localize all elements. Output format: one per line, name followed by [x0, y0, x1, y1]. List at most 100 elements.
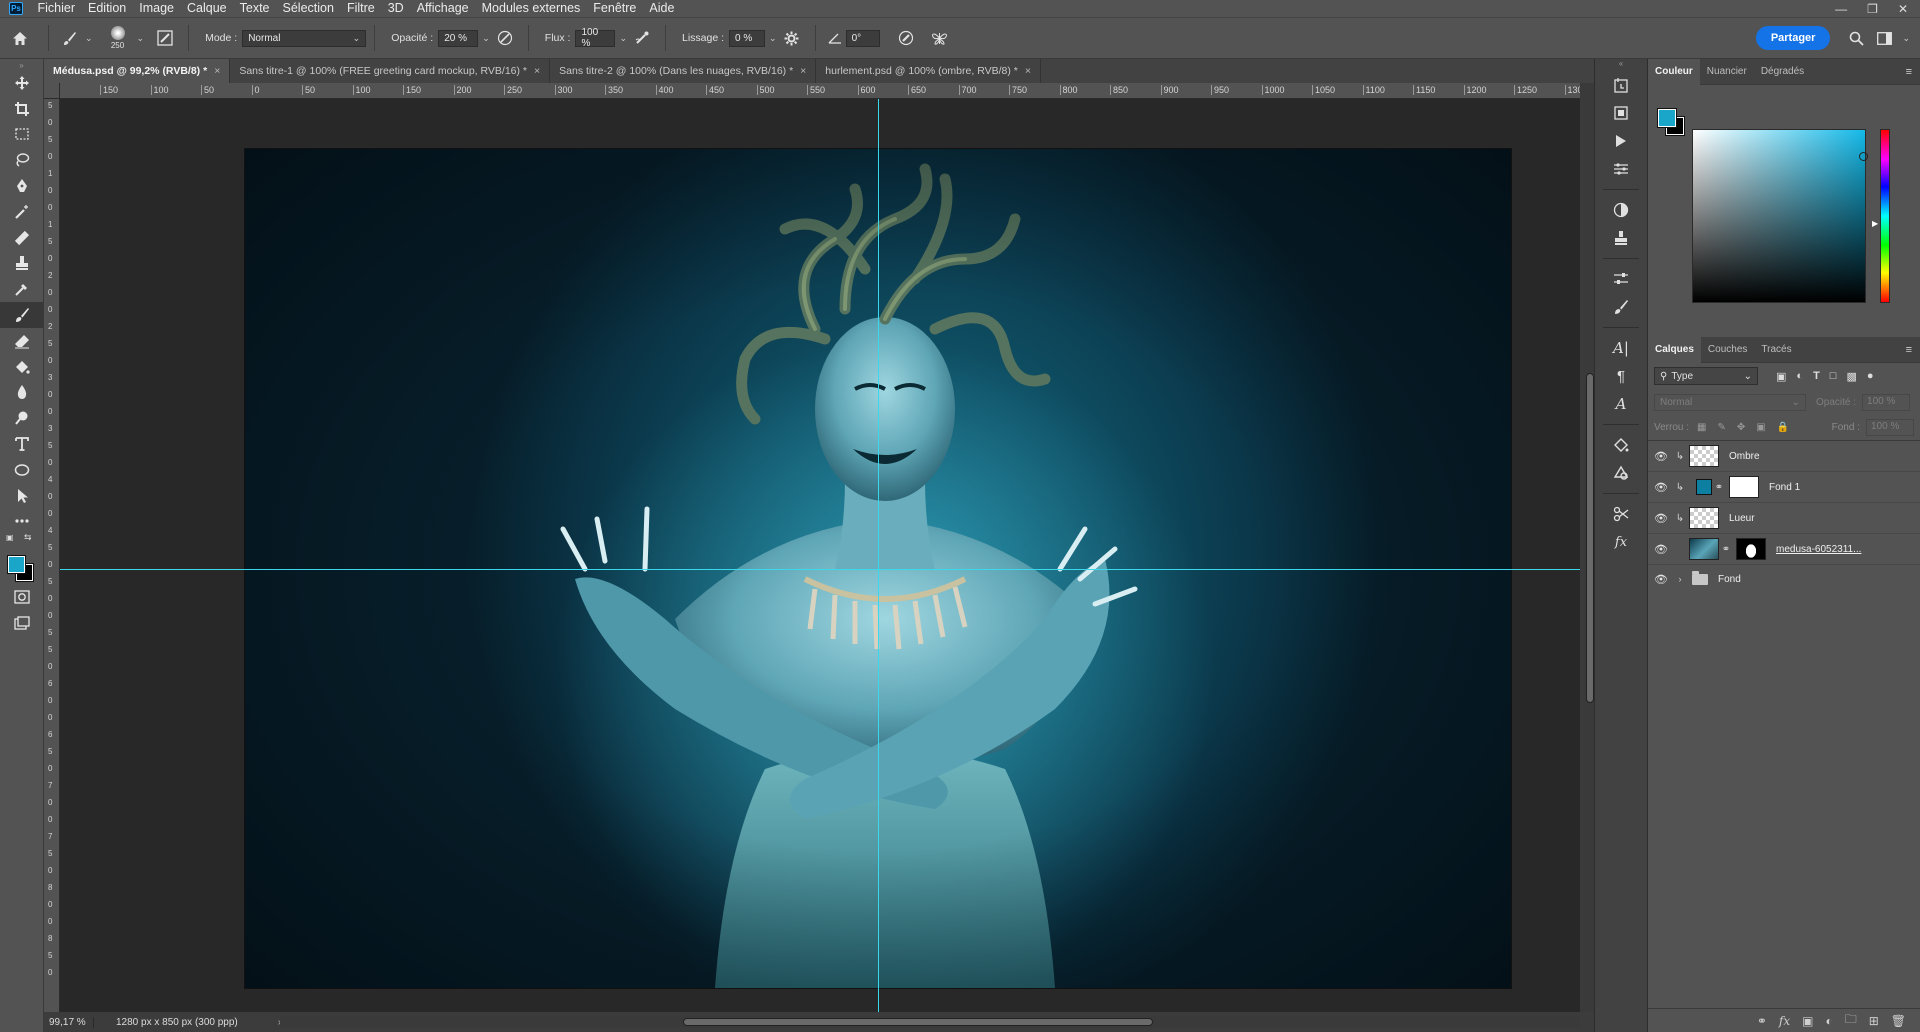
brush-settings-panel-icon[interactable] — [1595, 265, 1647, 293]
pressure-size-icon[interactable] — [886, 30, 926, 46]
tools-scissors-icon[interactable] — [1595, 500, 1647, 528]
workspace-layout-icon[interactable] — [1870, 31, 1898, 45]
tab-calques[interactable]: Calques — [1648, 336, 1701, 363]
horizontal-guide[interactable] — [60, 569, 1580, 570]
layer-row-ombre[interactable]: 👁 ↳ Ombre — [1648, 441, 1920, 472]
glyphs-panel-icon[interactable]: A — [1595, 390, 1647, 418]
scroll-thumb[interactable] — [683, 1018, 1153, 1026]
panel-collapse-icon[interactable]: » — [0, 61, 43, 70]
smoothing-options-gear-icon[interactable] — [777, 31, 807, 46]
paint-bucket-tool-icon[interactable] — [0, 354, 43, 380]
menu-filtre[interactable]: Filtre — [340, 0, 381, 17]
marquee-tool-icon[interactable] — [0, 122, 43, 148]
filter-pixel-icon[interactable]: ▣ — [1776, 370, 1786, 383]
tab-couleur[interactable]: Couleur — [1648, 58, 1700, 85]
workspace-chevron-down-icon[interactable]: ⌄ — [1902, 33, 1910, 44]
symmetry-butterfly-icon[interactable] — [926, 31, 954, 46]
vertical-ruler[interactable]: 5 0 5 0 1 0 0 1 5 0 2 0 0 2 5 0 3 0 0 3 5 0 4 0 0 4 5 0 5 0 0 5 5 0 6 0 0 6 5 0… — [44, 99, 60, 1012]
more-tools-icon[interactable] — [0, 509, 43, 535]
menu-modules-externes[interactable]: Modules externes — [475, 0, 587, 17]
tab-hurlement[interactable]: hurlement.psd @ 100% (ombre, RVB/8) * × — [816, 59, 1041, 83]
restore-icon[interactable]: ❐ — [1867, 2, 1878, 16]
tab-sans-titre-1[interactable]: Sans titre-1 @ 100% (FREE greeting card … — [230, 59, 551, 83]
paint-bucket-panel-icon[interactable] — [1595, 431, 1647, 459]
menu-texte[interactable]: Texte — [233, 0, 276, 17]
path-selection-tool-icon[interactable] — [0, 483, 43, 509]
foreground-color-swatch[interactable] — [7, 555, 26, 575]
lock-position-icon[interactable]: ✥ — [1737, 422, 1745, 433]
brush-tool-icon[interactable] — [57, 31, 81, 46]
libraries-panel-icon[interactable] — [1595, 99, 1647, 127]
tool-preset-chevron-down-icon[interactable]: ⌄ — [85, 33, 93, 44]
brush-preset-chevron-down-icon[interactable]: ⌄ — [137, 33, 145, 44]
hue-slider-arrow-icon[interactable]: ▶ — [1872, 219, 1878, 228]
visibility-eye-icon[interactable]: 👁 — [1648, 573, 1674, 586]
layer-filter-select[interactable]: ⚲ Type ⌄ — [1654, 367, 1758, 385]
fill-input[interactable]: 100 % — [1866, 419, 1914, 436]
zoom-level[interactable]: 99,17 % — [44, 1016, 94, 1028]
tab-couches[interactable]: Couches — [1701, 337, 1754, 363]
canvas-area[interactable] — [60, 99, 1580, 1012]
clone-source-panel-icon[interactable] — [1595, 224, 1647, 252]
link-layers-icon[interactable]: ⚭ — [1757, 1014, 1767, 1028]
lock-transparency-icon[interactable]: ▦ — [1697, 422, 1706, 433]
layer-name[interactable]: Fond 1 — [1769, 482, 1800, 493]
menu-image[interactable]: Image — [133, 0, 181, 17]
move-tool-icon[interactable] — [0, 70, 43, 96]
filter-toggle-icon[interactable]: ● — [1867, 370, 1874, 383]
menu-fenetre[interactable]: Fenêtre — [587, 0, 643, 17]
paragraph-panel-icon[interactable]: ¶ — [1595, 362, 1647, 390]
type-tool-icon[interactable] — [0, 431, 43, 457]
menu-3d[interactable]: 3D — [381, 0, 410, 17]
flow-input[interactable]: 100 % — [575, 27, 616, 49]
lock-pixels-brush-icon[interactable]: ✎ — [1717, 422, 1725, 433]
close-tab-icon[interactable]: × — [800, 65, 806, 77]
layer-style-fx-icon[interactable]: fx — [1779, 1014, 1790, 1028]
ruler-tool-icon[interactable] — [0, 225, 43, 251]
minimize-icon[interactable]: — — [1835, 2, 1847, 16]
home-icon[interactable] — [0, 31, 40, 46]
close-icon[interactable]: ✕ — [1898, 2, 1908, 16]
foreground-color-swatch[interactable] — [1657, 108, 1677, 128]
filter-smart-object-icon[interactable]: ▩ — [1846, 370, 1856, 383]
layer-name[interactable]: Fond — [1718, 574, 1741, 585]
screen-mode-icon[interactable] — [0, 610, 43, 636]
expand-group-chevron-icon[interactable]: › — [1674, 574, 1686, 584]
history-panel-icon[interactable] — [1595, 71, 1647, 99]
new-group-folder-icon[interactable]: 🗀 — [1845, 1010, 1857, 1031]
tab-degrades[interactable]: Dégradés — [1754, 59, 1811, 85]
crop-tool-icon[interactable] — [0, 96, 43, 122]
layer-name[interactable]: Ombre — [1729, 451, 1760, 462]
layer-row-lueur[interactable]: 👁 ↳ Lueur — [1648, 503, 1920, 534]
blend-mode-select[interactable]: Normal ⌄ — [1654, 393, 1806, 411]
tab-sans-titre-2[interactable]: Sans titre-2 @ 100% (Dans les nuages, RV… — [550, 59, 817, 83]
close-tab-icon[interactable]: × — [1025, 65, 1031, 77]
flow-chevron-down-icon[interactable]: ⌄ — [619, 33, 627, 44]
menu-edition[interactable]: Edition — [82, 0, 133, 17]
airbrush-icon[interactable] — [627, 30, 657, 46]
menu-fichier[interactable]: Fichier — [31, 0, 82, 17]
visibility-eye-icon[interactable]: 👁 — [1648, 450, 1674, 463]
opacity-input[interactable]: 20 % — [438, 29, 479, 47]
brush-settings-panel-icon[interactable] — [150, 30, 180, 46]
shapes-panel-icon[interactable] — [1595, 459, 1647, 487]
layer-row-fond-1[interactable]: 👁 ↳ ⚭ Fond 1 — [1648, 472, 1920, 503]
dodge-tool-icon[interactable] — [0, 405, 43, 431]
vertical-guide[interactable] — [878, 99, 879, 1012]
actions-play-icon[interactable] — [1595, 127, 1647, 155]
quick-mask-icon[interactable] — [0, 584, 43, 610]
menu-calque[interactable]: Calque — [181, 0, 234, 17]
close-tab-icon[interactable]: × — [534, 65, 540, 77]
mode-select[interactable]: Normal ⌄ — [242, 29, 367, 47]
lasso-tool-icon[interactable] — [0, 147, 43, 173]
default-colors-icon[interactable]: ▣ — [6, 533, 14, 542]
ellipse-tool-icon[interactable] — [0, 457, 43, 483]
clone-stamp-tool-icon[interactable] — [0, 251, 43, 277]
filter-type-icon[interactable]: T — [1813, 370, 1820, 383]
color-picker-cursor[interactable] — [1859, 152, 1868, 161]
brushes-panel-icon[interactable] — [1595, 293, 1647, 321]
magic-wand-tool-icon[interactable] — [0, 199, 43, 225]
smoothing-chevron-down-icon[interactable]: ⌄ — [769, 33, 777, 44]
link-chain-icon[interactable]: ⚭ — [1712, 482, 1726, 493]
menu-affichage[interactable]: Affichage — [410, 0, 475, 17]
